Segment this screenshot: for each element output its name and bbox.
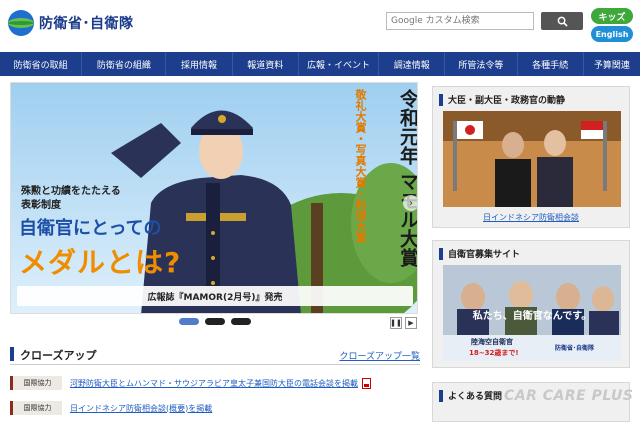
recruitment-age: 18~32歳まで! xyxy=(469,349,519,357)
recruitment-banner[interactable]: 私たち、自衛官なんです。 陸海空自衛官 18~32歳まで! 防衛省･自衛隊 xyxy=(443,265,621,361)
hero-title: 令和元年 マモル大賞 xyxy=(397,89,418,267)
pause-button[interactable]: ❚❚ xyxy=(390,317,402,329)
search-icon xyxy=(557,16,568,27)
hero-subtitle: 敬礼大賞・写真大賞・料理大賞 xyxy=(354,89,367,243)
logo-text: 防衛省･自衛隊 xyxy=(39,16,134,32)
minister-photo-image xyxy=(443,111,621,207)
hero-lead-text: 殊勲と功績をたたえる 表彰制度 xyxy=(21,185,121,212)
panel-title: 自衛官募集サイト xyxy=(439,247,520,260)
hero-carousel[interactable]: 敬礼大賞・写真大賞・料理大賞 令和元年 マモル大賞 殊勲と功績をたたえる 表彰制… xyxy=(10,82,418,314)
nav-item-events[interactable]: 広報・イベント xyxy=(299,52,380,76)
news-link[interactable]: 河野防衛大臣とムハンマド・サウジアラビア皇太子兼国防大臣の電話会談を掲載 xyxy=(70,378,358,389)
watermark-text: CAR CARE PLUS xyxy=(504,388,634,404)
panel-accent-bar xyxy=(439,247,443,260)
search-button[interactable] xyxy=(541,12,583,30)
carousel-dot-3[interactable] xyxy=(231,318,251,325)
faq-title[interactable]: よくある質問 xyxy=(448,389,502,402)
carousel-dots xyxy=(179,318,251,325)
main-nav: 防衛省の取組 防衛省の組織 採用情報 報道資料 広報・イベント 調達情報 所管法… xyxy=(0,52,640,76)
recruitment-branches: 陸海空自衛官 xyxy=(471,338,513,346)
logo-mark-icon xyxy=(6,8,36,38)
hero-caption[interactable]: 広報誌『MAMOR(2月号)』発売 xyxy=(17,286,413,306)
nav-item-procurement[interactable]: 調達情報 xyxy=(379,52,446,76)
panel-accent-bar xyxy=(439,93,443,106)
news-tag: 国際協力 xyxy=(10,376,62,390)
recruitment-tagline: 私たち、自衛官なんです。 xyxy=(472,311,592,322)
pdf-icon xyxy=(362,377,371,389)
closeup-header: クローズアップ クローズアップ一覧 xyxy=(10,345,420,365)
play-icon: ▶ xyxy=(408,319,414,327)
nav-item-press[interactable]: 報道資料 xyxy=(233,52,299,76)
hero-lead-line2: 表彰制度 xyxy=(21,199,61,211)
kids-button[interactable]: キッズ xyxy=(591,8,633,24)
site-header: 防衛省･自衛隊 キッズ English xyxy=(0,0,640,52)
news-item: 国際協力 日インドネシア防衛相会談(概要)を掲載 xyxy=(10,400,420,416)
nav-item-initiatives[interactable]: 防衛省の取組 xyxy=(0,52,83,76)
nav-item-laws[interactable]: 所管法令等 xyxy=(445,52,518,76)
english-button[interactable]: English xyxy=(591,26,633,42)
nav-item-procedures[interactable]: 各種手続 xyxy=(518,52,584,76)
hero-lead-line1: 殊勲と功績をたたえる xyxy=(21,186,121,197)
panel-accent-bar xyxy=(439,389,443,402)
panel-title: よくある質問 xyxy=(439,389,502,402)
hero-headline-2: メダルとは? xyxy=(19,246,182,279)
recruitment-title: 自衛官募集サイト xyxy=(448,250,521,260)
recruitment-panel: 自衛官募集サイト 私たち、自衛官なんです。 陸海空自衛官 18~32歳まで! 防… xyxy=(432,240,630,368)
news-item: 国際協力 河野防衛大臣とムハンマド・サウジアラビア皇太子兼国防大臣の電話会談を掲… xyxy=(10,375,420,391)
carousel-dot-2[interactable] xyxy=(205,318,225,325)
search-input[interactable] xyxy=(386,12,534,30)
recruitment-logo-text: 防衛省･自衛隊 xyxy=(555,345,595,352)
news-link[interactable]: 日インドネシア防衛相会談(概要)を掲載 xyxy=(70,403,212,414)
panel-title: 大臣・副大臣・政務官の動静 xyxy=(439,93,565,106)
chevron-right-icon[interactable]: › xyxy=(403,195,417,211)
pause-icon: ❚❚ xyxy=(390,319,402,327)
minister-activity-link[interactable]: 日インドネシア防衛相会談 xyxy=(433,212,629,223)
closeup-list-link[interactable]: クローズアップ一覧 xyxy=(339,349,420,362)
minister-activity-title: 大臣・副大臣・政務官の動静 xyxy=(448,96,566,106)
closeup-title: クローズアップ xyxy=(20,349,97,362)
carousel-dot-1[interactable] xyxy=(179,318,199,325)
section-accent-bar xyxy=(10,347,14,361)
news-tag: 国際協力 xyxy=(10,401,62,415)
hero-headline-1: 自衛官にとっての xyxy=(19,218,162,239)
play-button[interactable]: ▶ xyxy=(405,317,417,329)
nav-item-organization[interactable]: 防衛省の組織 xyxy=(82,52,167,76)
minister-photo[interactable] xyxy=(443,111,621,207)
nav-item-budget[interactable]: 予算関連 xyxy=(584,52,640,76)
minister-activity-panel: 大臣・副大臣・政務官の動静 日インドネシア防衛相会談 xyxy=(432,86,630,228)
site-logo[interactable]: 防衛省･自衛隊 xyxy=(6,8,134,38)
nav-item-recruitment[interactable]: 採用情報 xyxy=(166,52,233,76)
